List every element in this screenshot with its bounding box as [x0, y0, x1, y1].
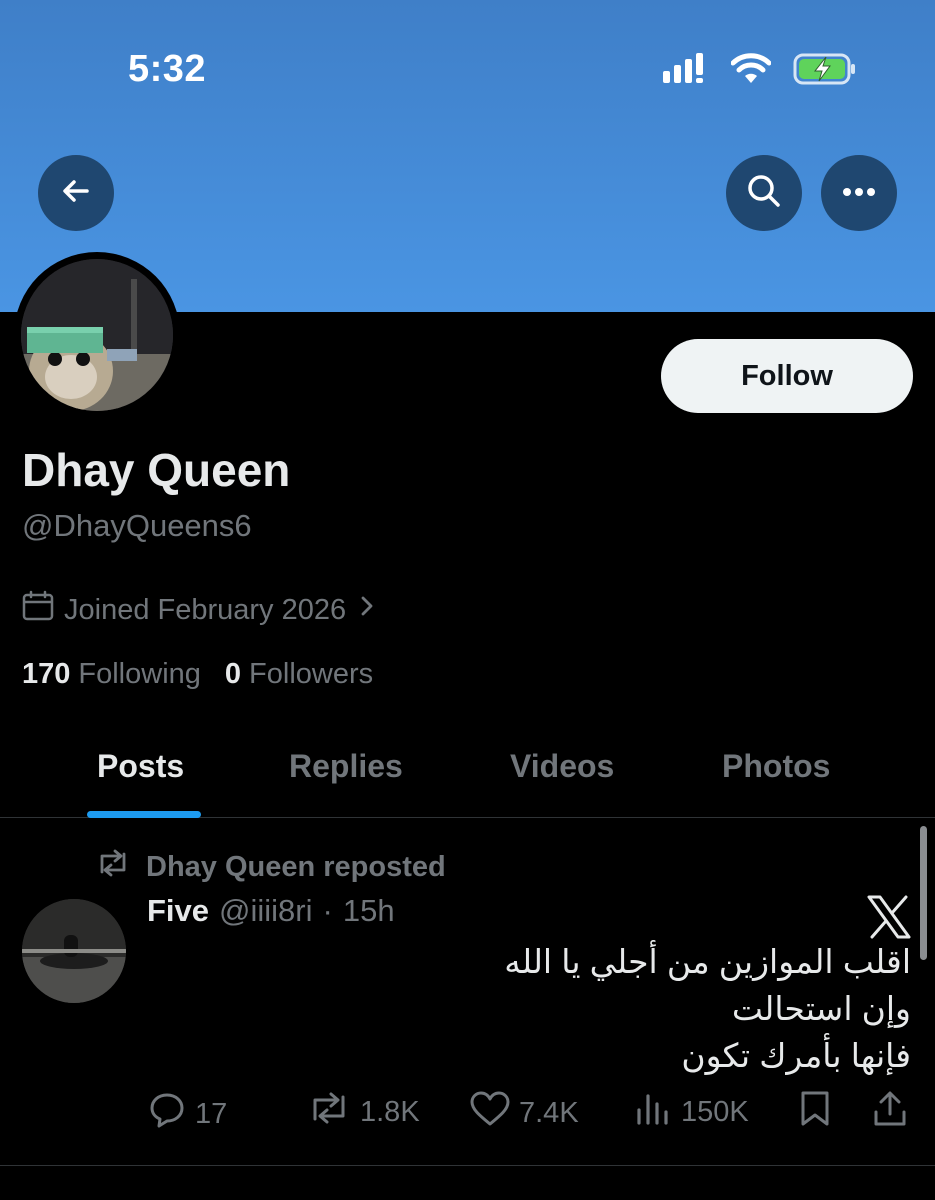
more-options-button[interactable] — [821, 155, 897, 231]
bookmark-button[interactable] — [797, 1090, 833, 1136]
avatar-image — [21, 259, 173, 411]
battery-charging-icon — [793, 53, 857, 90]
post-actions: 17 1.8K 7.4K 150K — [0, 1090, 935, 1140]
bookmark-icon — [797, 1090, 833, 1136]
back-button[interactable] — [38, 155, 114, 231]
reply-icon — [147, 1090, 187, 1138]
share-button[interactable] — [872, 1090, 908, 1136]
active-tab-indicator — [87, 811, 201, 818]
search-button[interactable] — [726, 155, 802, 231]
repost-button[interactable]: 1.8K — [306, 1090, 420, 1134]
repost-label[interactable]: Dhay Queen reposted — [146, 851, 446, 884]
following-label: Following — [78, 658, 201, 690]
signal-icon — [663, 52, 709, 91]
follow-button[interactable]: Follow — [661, 339, 913, 413]
repost-icon — [94, 848, 132, 886]
post-text: اقلب الموازين من أجلي يا الله وإن استحال… — [211, 938, 911, 1079]
calendar-icon — [22, 590, 54, 630]
post-text-line: وإن استحالت — [731, 990, 911, 1027]
status-time: 5:32 — [128, 48, 207, 90]
wifi-icon — [730, 53, 772, 90]
reply-count: 17 — [195, 1097, 228, 1130]
like-button[interactable]: 7.4K — [469, 1090, 579, 1136]
post-text-line: فإنها بأمرك تكون — [681, 1037, 911, 1074]
profile-handle: @DhayQueens6 — [22, 508, 252, 543]
status-icons — [663, 52, 857, 91]
views-icon — [633, 1090, 673, 1134]
follow-stats: 170 Following 0 Followers — [22, 658, 373, 691]
chevron-right-icon — [356, 593, 378, 627]
like-icon — [469, 1090, 511, 1136]
more-icon — [842, 184, 876, 202]
profile-tabs: Posts Replies Videos Photos — [0, 730, 935, 818]
following-link[interactable]: 170 Following — [22, 658, 201, 691]
following-count: 170 — [22, 658, 71, 690]
followers-link[interactable]: 0 Followers — [225, 658, 373, 691]
post-header: Five @iiii8ri · 15h — [147, 893, 395, 929]
post-separator: · — [322, 893, 333, 928]
joined-date: Joined February 2026 — [64, 593, 347, 626]
tab-videos[interactable]: Videos — [510, 748, 614, 785]
repost-indicator: Dhay Queen reposted — [94, 848, 446, 886]
reply-button[interactable]: 17 — [147, 1090, 227, 1138]
profile-display-name: Dhay Queen — [22, 444, 291, 496]
tab-photos[interactable]: Photos — [722, 748, 830, 785]
views-count: 150K — [681, 1095, 749, 1128]
search-icon — [745, 172, 783, 215]
tab-replies[interactable]: Replies — [289, 748, 403, 785]
views-button[interactable]: 150K — [633, 1090, 749, 1134]
x-logo-icon — [866, 895, 912, 939]
post-author-name[interactable]: Five — [147, 893, 209, 929]
share-icon — [872, 1090, 908, 1136]
repost-icon — [306, 1090, 352, 1134]
post-author-avatar[interactable] — [22, 899, 126, 1003]
followers-count: 0 — [224, 658, 242, 690]
post-author-handle[interactable]: @iiii8ri — [219, 893, 312, 929]
followers-label: Followers — [249, 658, 374, 690]
profile-avatar[interactable] — [14, 252, 180, 418]
post-time: 15h — [342, 893, 395, 928]
joined-date-row[interactable]: Joined February 2026 — [22, 590, 378, 630]
like-count: 7.4K — [519, 1096, 579, 1129]
post-divider — [0, 1165, 935, 1166]
tab-posts[interactable]: Posts — [97, 748, 184, 785]
repost-count: 1.8K — [360, 1095, 420, 1128]
scrollbar[interactable] — [920, 826, 927, 960]
back-arrow-icon — [59, 174, 93, 213]
post-text-line: اقلب الموازين من أجلي يا الله — [504, 943, 911, 980]
